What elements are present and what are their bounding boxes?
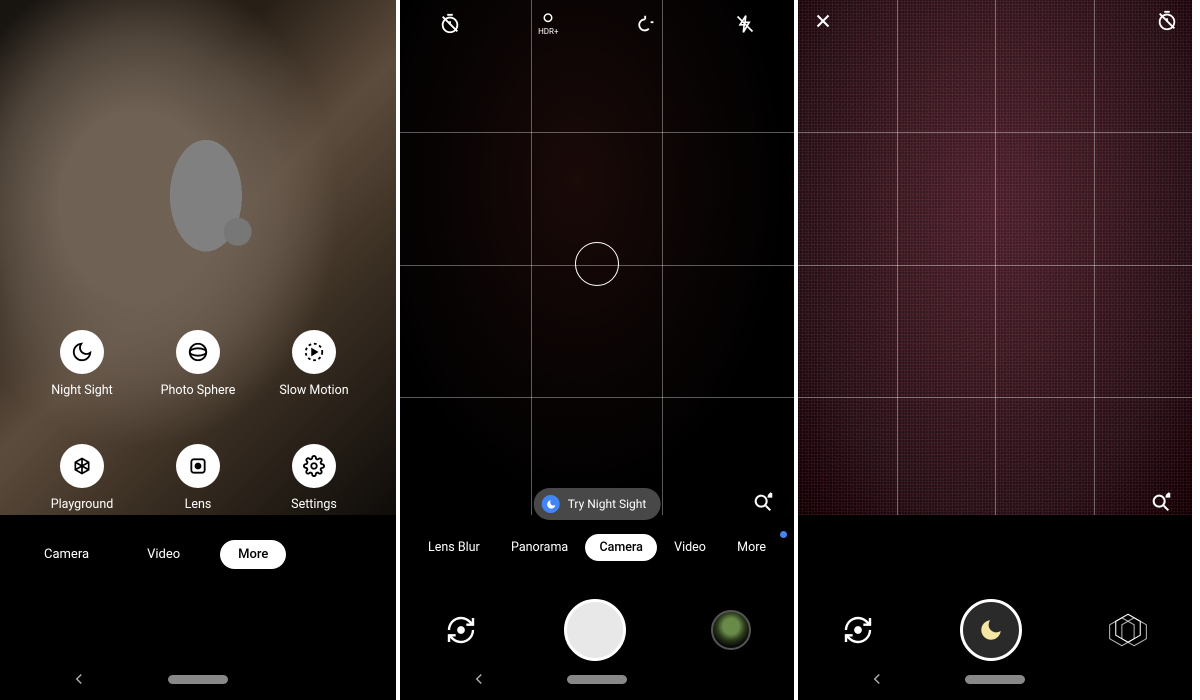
moon-icon [60,330,104,374]
night-sight-chip[interactable]: Try Night Sight [534,488,661,520]
shutter-button[interactable] [564,599,626,661]
system-navbar [0,658,396,700]
switch-camera-button[interactable] [443,612,479,648]
more-item-label: Slow Motion [279,383,348,398]
night-sight-screen [798,0,1196,700]
quick-settings: HDR+ [400,8,794,40]
gear-icon [292,444,336,488]
more-photo-sphere[interactable]: Photo Sphere [140,330,256,398]
more-item-label: Settings [291,497,337,512]
back-button[interactable] [868,670,886,688]
mode-selector: Lens Blur Panorama Camera Video More [400,534,794,561]
shutter-button-night[interactable] [960,599,1022,661]
zoom-button[interactable] [750,490,776,516]
focus-ring[interactable] [575,242,619,286]
sphere-icon [176,330,220,374]
flash-off-button[interactable] [735,14,755,34]
mode-camera[interactable]: Camera [585,534,656,561]
rule-of-thirds-grid [798,0,1192,515]
system-navbar [798,658,1192,700]
mode-selector: Camera Video More [0,530,396,578]
mode-video[interactable]: Video [660,534,720,561]
camera-viewfinder-screen: HDR+ Try Night Sight Lens Blur Panorama … [400,0,798,700]
viewfinder-night[interactable] [798,0,1192,515]
more-slow-motion[interactable]: Slow Motion [256,330,372,398]
mode-video[interactable]: Video [129,540,198,569]
back-button[interactable] [470,670,488,688]
mode-more[interactable]: More [220,540,286,569]
more-item-label: Playground [51,497,114,512]
more-playground[interactable]: Playground [24,444,140,512]
chip-label: Try Night Sight [568,497,647,511]
more-lens[interactable]: Lens [140,444,256,512]
home-pill[interactable] [567,675,627,684]
mode-more[interactable]: More [723,534,780,561]
hdr-button[interactable]: HDR+ [538,13,558,36]
close-button[interactable] [812,10,834,32]
system-navbar [400,658,794,700]
switch-camera-button[interactable] [840,612,876,648]
photosphere-thumbnail[interactable] [1106,608,1150,652]
back-button[interactable] [70,670,88,688]
viewfinder[interactable] [400,0,794,515]
moon-icon [542,495,560,513]
white-balance-button[interactable] [636,13,658,35]
lens-icon [176,444,220,488]
more-settings[interactable]: Settings [256,444,372,512]
mode-panorama[interactable]: Panorama [497,534,582,561]
mode-lens-blur[interactable]: Lens Blur [414,534,494,561]
slowmo-icon [292,330,336,374]
timer-off-button[interactable] [439,13,461,35]
gallery-thumbnail[interactable] [711,610,751,650]
mode-camera[interactable]: Camera [26,540,107,569]
more-item-label: Night Sight [51,383,113,398]
zoom-button[interactable] [1148,490,1174,516]
playground-icon [60,444,104,488]
hdr-label: HDR+ [538,27,558,36]
home-pill[interactable] [168,675,228,684]
camera-more-screen: Night Sight Photo Sphere Slow Motion Pla… [0,0,400,700]
more-item-label: Photo Sphere [161,383,236,398]
more-options-grid: Night Sight Photo Sphere Slow Motion Pla… [0,330,396,512]
home-pill[interactable] [965,675,1025,684]
more-item-label: Lens [185,497,212,512]
more-night-sight[interactable]: Night Sight [24,330,140,398]
timer-off-button[interactable] [1156,10,1178,32]
